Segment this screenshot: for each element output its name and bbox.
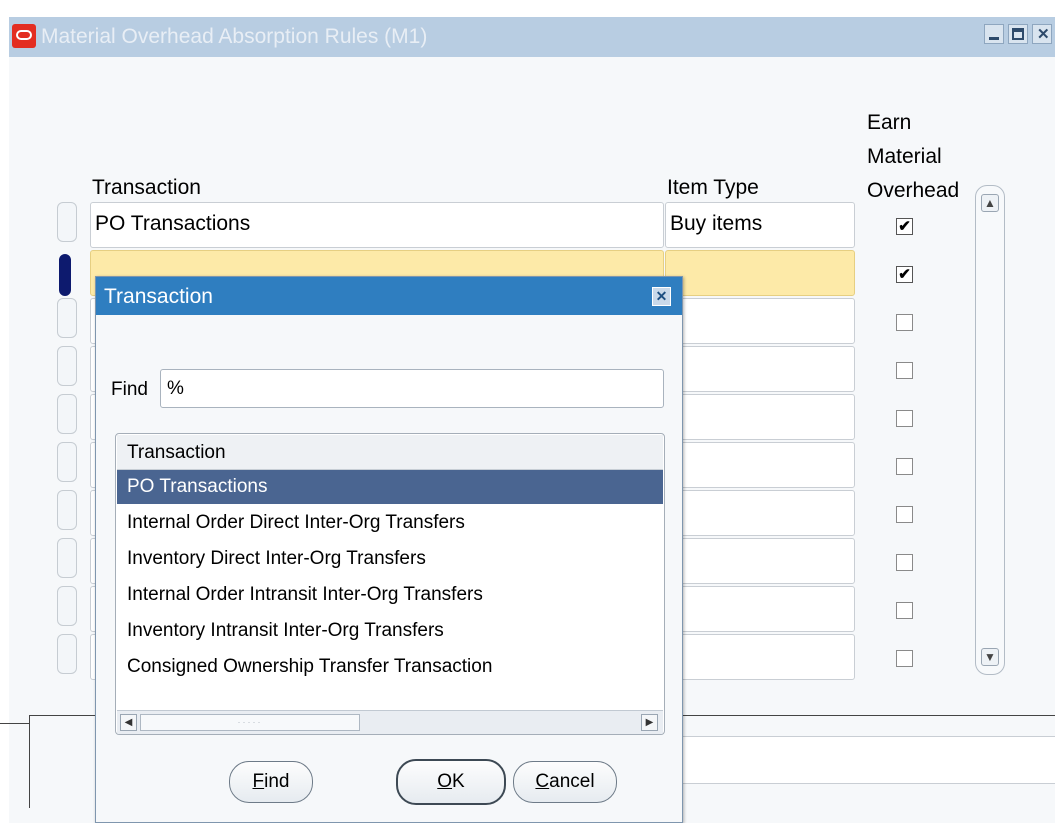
item-type-field[interactable]	[665, 634, 855, 680]
row-selector[interactable]	[57, 202, 77, 242]
scroll-left-icon[interactable]: ◀	[120, 714, 137, 731]
earn-overhead-checkbox[interactable]	[896, 410, 913, 427]
scroll-down-icon[interactable]: ▼	[981, 648, 999, 666]
lov-list-item-label: PO Transactions	[127, 476, 268, 497]
divider	[0, 723, 30, 724]
dialog-title-bar[interactable]: Transaction ✕	[96, 277, 682, 315]
scroll-thumb[interactable]: ·····	[140, 714, 360, 731]
window-title: Material Overhead Absorption Rules (M1)	[41, 25, 428, 48]
lov-list-item[interactable]: Inventory Intransit Inter-Org Transfers	[117, 614, 663, 648]
column-header-earn-line1: Earn	[867, 111, 912, 134]
column-header-item-type: Item Type	[667, 176, 759, 199]
oracle-logo-icon	[12, 24, 36, 48]
earn-overhead-checkbox[interactable]	[896, 458, 913, 475]
lov-list-item-label: Inventory Direct Inter-Org Transfers	[127, 548, 426, 569]
lov-list: Transaction PO Transactions Internal Orde…	[115, 433, 665, 735]
earn-overhead-checkbox[interactable]	[896, 602, 913, 619]
item-type-field[interactable]	[665, 490, 855, 536]
column-header-transaction: Transaction	[92, 176, 201, 199]
earn-overhead-checkbox[interactable]	[896, 506, 913, 523]
earn-overhead-checkbox[interactable]: ✔	[896, 218, 913, 235]
earn-overhead-checkbox[interactable]	[896, 362, 913, 379]
earn-overhead-checkbox[interactable]: ✔	[896, 266, 913, 283]
lov-list-item[interactable]: Internal Order Direct Inter-Org Transfer…	[117, 506, 663, 540]
ok-button[interactable]: OK	[396, 759, 506, 805]
close-icon[interactable]	[1032, 24, 1052, 44]
column-header-earn-line3: Overhead	[867, 179, 960, 202]
lov-list-item[interactable]: Inventory Direct Inter-Org Transfers	[117, 542, 663, 576]
row-selector[interactable]	[59, 254, 71, 296]
lov-list-item-label: Consigned Ownership Transfer Transaction	[127, 656, 493, 677]
item-type-field[interactable]	[665, 298, 855, 344]
description-field[interactable]	[680, 736, 1055, 784]
item-type-field[interactable]	[665, 346, 855, 392]
vertical-scrollbar[interactable]: ▲ ▼	[975, 185, 1005, 675]
lov-list-item-label: Internal Order Intransit Inter-Org Trans…	[127, 584, 483, 605]
item-type-field[interactable]: Buy items	[665, 202, 855, 248]
item-type-field[interactable]	[665, 586, 855, 632]
lov-list-item-label: Inventory Intransit Inter-Org Transfers	[127, 620, 444, 641]
lov-list-item[interactable]: PO Transactions	[117, 470, 663, 504]
lov-list-item[interactable]: Internal Order Intransit Inter-Org Trans…	[117, 578, 663, 612]
scroll-right-icon[interactable]: ▶	[641, 714, 658, 731]
row-selector[interactable]	[57, 346, 77, 386]
maximize-icon[interactable]	[1008, 24, 1028, 44]
item-type-field[interactable]	[665, 250, 855, 296]
earn-overhead-checkbox[interactable]	[896, 314, 913, 331]
row-selector[interactable]	[57, 298, 77, 338]
item-type-field[interactable]	[665, 538, 855, 584]
row-selector[interactable]	[57, 634, 77, 674]
dialog-close-icon[interactable]: ✕	[652, 287, 671, 306]
lov-list-item-label: Internal Order Direct Inter-Org Transfer…	[127, 512, 465, 533]
lov-list-item[interactable]: Consigned Ownership Transfer Transaction	[117, 650, 663, 684]
earn-overhead-checkbox[interactable]	[896, 554, 913, 571]
row-selector[interactable]	[57, 442, 77, 482]
find-label: Find	[111, 379, 148, 400]
column-header-earn-line2: Material	[867, 145, 942, 168]
cancel-button[interactable]: Cancel	[513, 761, 617, 803]
dialog-title: Transaction	[104, 285, 213, 308]
row-selector[interactable]	[57, 586, 77, 626]
horizontal-scrollbar[interactable]: ◀ ····· ▶	[117, 710, 663, 734]
find-input[interactable]: %	[160, 369, 664, 408]
transaction-lov-dialog: Transaction ✕ Find % Transaction PO Tran…	[95, 276, 683, 823]
earn-overhead-checkbox[interactable]	[896, 650, 913, 667]
item-type-field[interactable]	[665, 394, 855, 440]
lov-column-header: Transaction	[117, 435, 663, 470]
scroll-up-icon[interactable]: ▲	[981, 194, 999, 212]
window-title-bar[interactable]: Material Overhead Absorption Rules (M1)	[9, 17, 1055, 57]
row-selector[interactable]	[57, 538, 77, 578]
minimize-icon[interactable]	[984, 24, 1004, 44]
lov-column-header-label: Transaction	[127, 442, 226, 463]
row-selector[interactable]	[57, 490, 77, 530]
row-selector[interactable]	[57, 394, 77, 434]
item-type-field[interactable]	[665, 442, 855, 488]
find-button[interactable]: Find	[229, 761, 313, 803]
transaction-field[interactable]: PO Transactions	[90, 202, 664, 248]
